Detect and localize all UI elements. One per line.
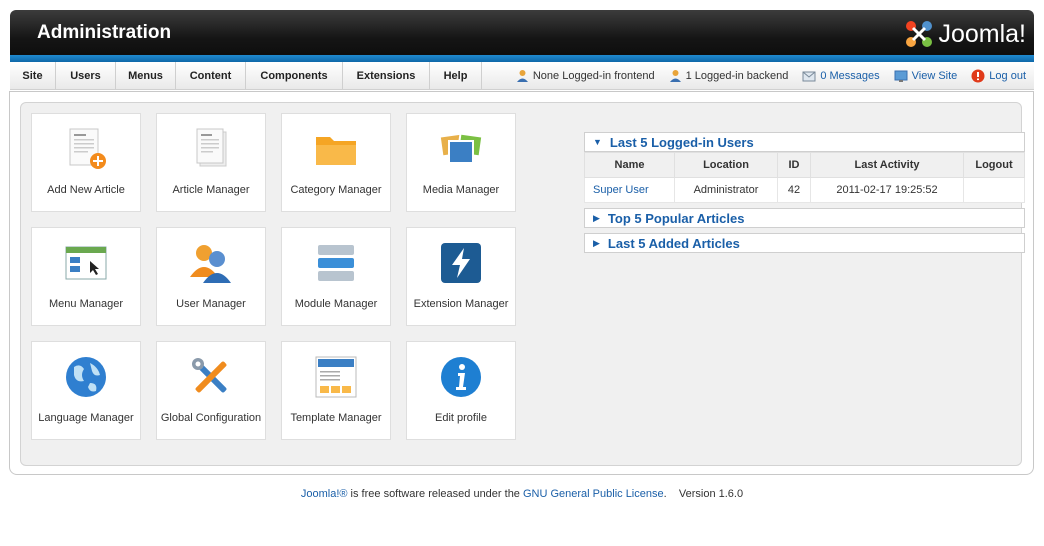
quickicon-article-manager[interactable]: Article Manager — [156, 113, 266, 212]
menu-icon — [65, 246, 107, 280]
user-icon — [669, 70, 681, 82]
tools-icon — [192, 358, 227, 393]
user-id: 42 — [777, 177, 811, 203]
user-logout — [963, 177, 1025, 203]
joomla-logo-icon — [906, 21, 933, 47]
admin-header: Administration Joomla! — [10, 10, 1034, 62]
logo-wordmark: Joomla! — [938, 19, 1026, 48]
quickicon-category-manager[interactable]: Category Manager — [281, 113, 391, 212]
col-last-activity: Last Activity — [810, 152, 964, 178]
messages-icon — [802, 71, 816, 81]
quickicon-media-manager[interactable]: Media Manager — [406, 113, 516, 212]
license-link[interactable]: GNU General Public License — [523, 488, 664, 500]
menu-components[interactable]: Components — [246, 62, 343, 89]
chevron-right-icon: ▶ — [593, 237, 600, 248]
footer-spacer: . — [663, 488, 679, 500]
template-icon — [315, 356, 357, 398]
messages-link[interactable]: 0 Messages — [802, 70, 880, 82]
content-area: Add New Article Article Manager Category… — [20, 102, 1025, 466]
col-name: Name — [584, 152, 675, 178]
menu-users[interactable]: Users — [56, 62, 116, 89]
logout-link[interactable]: Log out — [971, 69, 1026, 83]
status-bar: None Logged-in frontend 1 Logged-in back… — [502, 62, 1026, 89]
status-backend: 1 Logged-in backend — [669, 69, 788, 82]
page-title: Administration — [37, 22, 172, 43]
menu-menus[interactable]: Menus — [116, 62, 176, 89]
joomla-link[interactable]: Joomla!® — [301, 488, 348, 500]
extension-icon — [441, 243, 481, 283]
user-icon — [516, 70, 528, 82]
monitor-icon — [894, 70, 908, 82]
module-icon — [318, 245, 354, 281]
table-row: Super User Administrator 42 2011-02-17 1… — [584, 177, 1025, 203]
quickicon-template-manager[interactable]: Template Manager — [281, 341, 391, 440]
header-blue-bar — [10, 55, 1034, 62]
user-last-activity: 2011-02-17 19:25:52 — [810, 177, 964, 203]
col-location: Location — [674, 152, 778, 178]
col-id: ID — [777, 152, 811, 178]
quickicon-add-new-article[interactable]: Add New Article — [31, 113, 141, 212]
quickicon-module-manager[interactable]: Module Manager — [281, 227, 391, 326]
slider-popular-articles[interactable]: ▶ Top 5 Popular Articles — [584, 208, 1025, 228]
view-site-link[interactable]: View Site — [894, 70, 957, 82]
menu-extensions[interactable]: Extensions — [343, 62, 430, 89]
footer: Joomla!® is free software released under… — [0, 488, 1044, 500]
modules-sliders: ▼ Last 5 Logged-in Users Name Location I… — [584, 132, 1025, 258]
quickicon-menu-manager[interactable]: Menu Manager — [31, 227, 141, 326]
add-article-icon — [69, 128, 106, 169]
menu-site[interactable]: Site — [10, 62, 56, 89]
footer-text: is free software released under the — [347, 488, 523, 500]
slider-added-articles[interactable]: ▶ Last 5 Added Articles — [584, 233, 1025, 253]
joomla-logo[interactable]: Joomla! — [903, 15, 1026, 53]
version-text: Version 1.6.0 — [678, 488, 744, 500]
user-name-link[interactable]: Super User — [584, 177, 675, 203]
col-logout: Logout — [963, 152, 1025, 178]
slider-logged-users[interactable]: ▼ Last 5 Logged-in Users — [584, 132, 1025, 152]
menu-content[interactable]: Content — [176, 62, 246, 89]
article-icon — [196, 128, 227, 167]
logged-users-table: Name Location ID Last Activity Logout Su… — [584, 152, 1025, 203]
quickicon-global-configuration[interactable]: Global Configuration — [156, 341, 266, 440]
menu-bar: Site Users Menus Content Components Exte… — [10, 62, 1034, 90]
chevron-right-icon: ▶ — [593, 212, 600, 223]
menu-help[interactable]: Help — [430, 62, 482, 89]
quickicon-edit-profile[interactable]: Edit profile — [406, 341, 516, 440]
status-frontend: None Logged-in frontend — [516, 69, 655, 82]
quickicon-user-manager[interactable]: User Manager — [156, 227, 266, 326]
main-panel: Add New Article Article Manager Category… — [9, 91, 1034, 475]
info-icon — [441, 357, 481, 397]
globe-icon — [66, 357, 106, 397]
user-location: Administrator — [674, 177, 778, 203]
chevron-down-icon: ▼ — [593, 137, 602, 147]
users-icon — [190, 245, 231, 283]
quickicon-language-manager[interactable]: Language Manager — [31, 341, 141, 440]
folder-icon — [316, 137, 356, 165]
quickicon-extension-manager[interactable]: Extension Manager — [406, 227, 516, 326]
media-icon — [438, 132, 484, 164]
main-menu: Site Users Menus Content Components Exte… — [10, 62, 482, 89]
logout-icon — [971, 69, 985, 82]
